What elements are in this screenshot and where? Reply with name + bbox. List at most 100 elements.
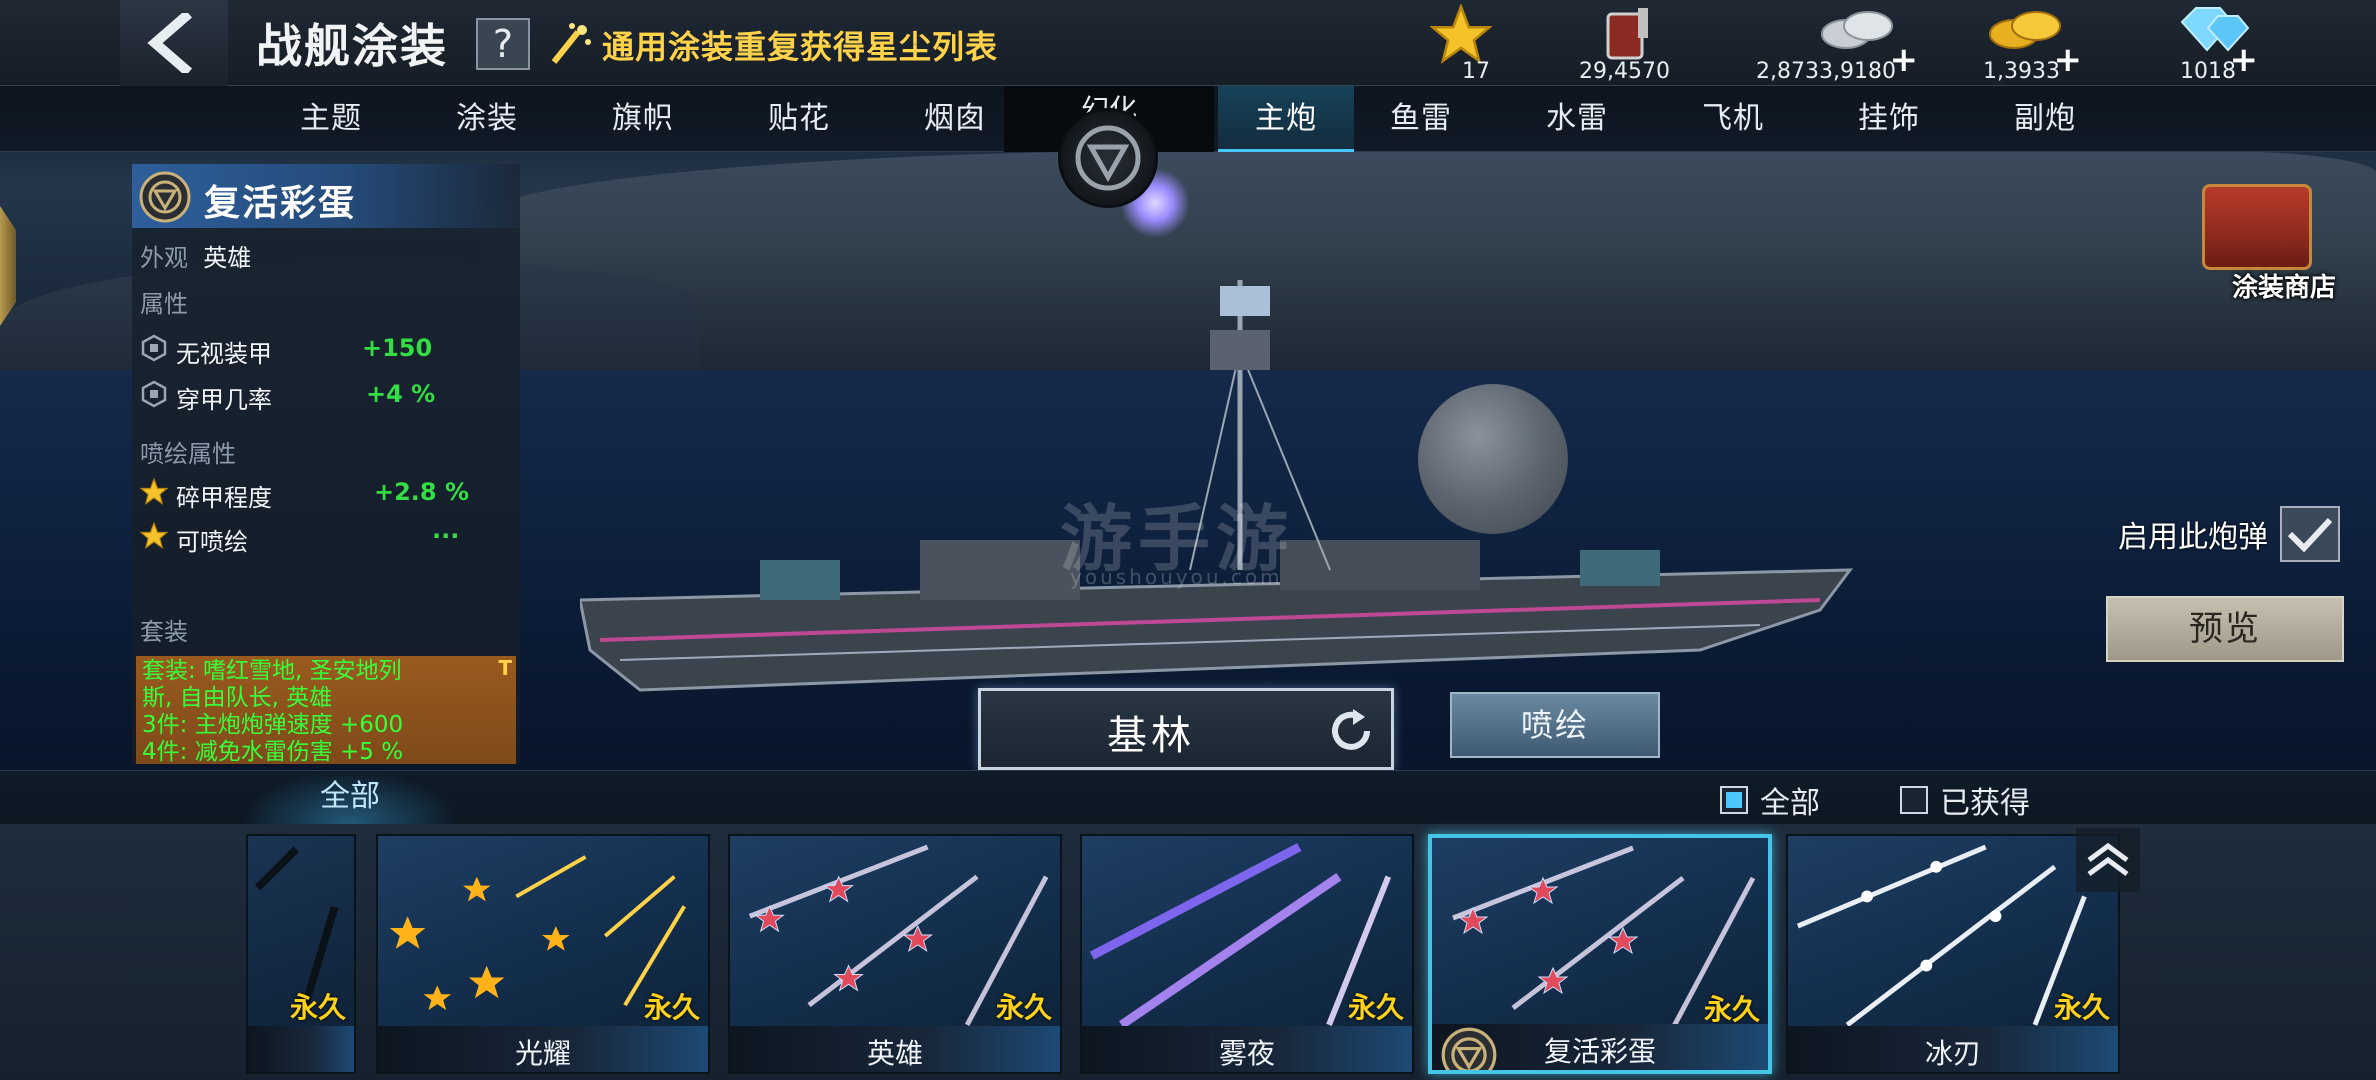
appearance-row: 外观 英雄 bbox=[140, 238, 251, 273]
set-line: 斯, 自由队长, 英雄 bbox=[142, 685, 333, 711]
attr-value: +4 % bbox=[366, 380, 436, 408]
attr-label: 无视装甲 bbox=[176, 340, 272, 368]
attr-label: 穿甲几率 bbox=[176, 386, 272, 414]
resource-star: 17 bbox=[1430, 4, 1492, 84]
star-icon bbox=[1430, 4, 1492, 64]
card-status: 永久 bbox=[995, 991, 1052, 1024]
checkbox-fill bbox=[1726, 792, 1742, 808]
card-name: 英雄 bbox=[866, 1037, 923, 1070]
skin-shop-button[interactable]: 涂装商店 bbox=[2186, 184, 2336, 304]
gold-star-icon bbox=[140, 522, 168, 550]
triangle-emblem-icon bbox=[1075, 125, 1141, 191]
resource-silver[interactable]: 2,8733,9180 + bbox=[1748, 4, 1918, 84]
appearance-value: 英雄 bbox=[203, 244, 252, 272]
ship-name: 基林 bbox=[1107, 713, 1195, 759]
stardust-list-link[interactable]: 通用涂装重复获得星尘列表 bbox=[548, 22, 998, 68]
ship-name-plate[interactable]: 基林 bbox=[978, 688, 1394, 770]
skin-card[interactable]: 永久 雾夜 bbox=[1080, 834, 1414, 1074]
preview-button[interactable]: 预览 bbox=[2106, 596, 2344, 662]
tab-ornament[interactable]: 挂饰 bbox=[1814, 86, 1964, 152]
add-gold-button[interactable]: + bbox=[2054, 40, 2083, 80]
set-line: 4件: 减免水雷伤害 +5 % bbox=[142, 739, 404, 764]
cliffs-background bbox=[480, 150, 2376, 380]
resource-diamond[interactable]: 1018 + bbox=[2176, 4, 2258, 84]
skin-card-selected[interactable]: 永久 复活彩蛋 bbox=[1428, 834, 1772, 1074]
skin-card[interactable]: 永久 冰刃 bbox=[1786, 834, 2120, 1074]
tab-mine[interactable]: 水雷 bbox=[1502, 86, 1652, 152]
resource-value: 1018 bbox=[2180, 59, 2236, 84]
treasure-chest-icon bbox=[2202, 184, 2312, 270]
set-marker: T bbox=[498, 656, 512, 680]
card-name: 雾夜 bbox=[1218, 1037, 1275, 1070]
resource-gold[interactable]: 1,3933 + bbox=[1980, 4, 2082, 84]
filter-owned-checkbox[interactable] bbox=[1900, 786, 1928, 814]
skin-card[interactable]: 永久 光耀 bbox=[376, 834, 710, 1074]
filter-all-label: 全部 bbox=[1760, 786, 1820, 821]
filter-all-checkbox[interactable] bbox=[1720, 786, 1748, 814]
spray-attributes-header: 喷绘属性 bbox=[140, 440, 236, 468]
stardust-link-label: 通用涂装重复获得星尘列表 bbox=[602, 28, 999, 66]
add-silver-button[interactable]: + bbox=[1890, 40, 1919, 80]
tab-main-gun[interactable]: 主炮 bbox=[1218, 86, 1354, 152]
skin-shop-label: 涂装商店 bbox=[2231, 273, 2336, 303]
triangle-emblem-icon bbox=[1441, 1027, 1497, 1070]
spray-attr-value: ... bbox=[432, 516, 460, 544]
card-name: 冰刃 bbox=[1924, 1037, 1981, 1070]
checkmark-icon bbox=[2287, 517, 2333, 553]
collapse-list-button[interactable] bbox=[2076, 828, 2140, 892]
cannonball-sphere bbox=[1418, 384, 1568, 534]
card-status: 永久 bbox=[1347, 991, 1404, 1024]
attr-value: +150 bbox=[362, 334, 433, 362]
skin-card[interactable]: 永久 bbox=[246, 834, 356, 1074]
resource-value: 2,8733,9180 bbox=[1756, 59, 1896, 84]
filter-all-option[interactable]: 全部 bbox=[1720, 778, 1820, 822]
spray-button[interactable]: 喷绘 bbox=[1450, 692, 1660, 758]
silver-coins-icon bbox=[1821, 11, 1893, 49]
back-button[interactable] bbox=[120, 0, 228, 86]
spray-attr-value: +2.8 % bbox=[374, 478, 470, 506]
filter-owned-label: 已获得 bbox=[1940, 786, 2030, 821]
top-bar: 战舰涂装 ? 通用涂装重复获得星尘列表 17 29,4570 2,8733,91… bbox=[0, 0, 2376, 86]
tab-secondary-gun[interactable]: 副炮 bbox=[1970, 86, 2120, 152]
gold-star-icon bbox=[140, 478, 168, 506]
set-description: 套装: 嗜红雪地, 圣安地列 斯, 自由队长, 英雄 3件: 主炮炮弹速度 +6… bbox=[136, 656, 516, 764]
skin-card[interactable]: 永久 英雄 bbox=[728, 834, 1062, 1074]
triangle-emblem-icon bbox=[139, 171, 191, 223]
enable-shell-toggle[interactable]: 启用此炮弹 bbox=[2118, 506, 2340, 562]
skin-card-list: 永久 永久 光耀 永久 英雄 永久 雾夜 永久 复活彩蛋 永久 冰刃 bbox=[0, 824, 2376, 1080]
tab-torpedo[interactable]: 鱼雷 bbox=[1346, 86, 1496, 152]
spray-attr-label: 碎甲程度 bbox=[176, 484, 272, 512]
tab-paint[interactable]: 涂装 bbox=[412, 86, 562, 152]
resource-value: 1,3933 bbox=[1983, 59, 2060, 84]
page-title: 战舰涂装 bbox=[256, 19, 448, 73]
tab-flag[interactable]: 旗帜 bbox=[568, 86, 718, 152]
card-name: 光耀 bbox=[514, 1037, 571, 1070]
card-name-bar bbox=[248, 1026, 354, 1072]
set-line: 3件: 主炮炮弹速度 +600 bbox=[142, 712, 404, 738]
tab-theme[interactable]: 主题 bbox=[256, 86, 406, 152]
enable-shell-checkbox[interactable] bbox=[2280, 506, 2340, 562]
tab-all-skins[interactable]: 全部 bbox=[240, 770, 460, 824]
transform-emblem[interactable] bbox=[1058, 108, 1158, 208]
help-button[interactable]: ? bbox=[476, 18, 530, 70]
card-name-bar: 雾夜 bbox=[1082, 1026, 1412, 1072]
armor-icon bbox=[141, 380, 167, 408]
double-chevron-up-icon bbox=[2087, 842, 2129, 877]
armor-icon bbox=[141, 334, 167, 362]
refresh-icon[interactable] bbox=[1323, 703, 1379, 759]
add-diamond-button[interactable]: + bbox=[2230, 40, 2259, 80]
spray-attr-label: 可喷绘 bbox=[176, 528, 248, 556]
card-status: 永久 bbox=[643, 991, 700, 1024]
set-line: 套装: 嗜红雪地, 圣安地列 bbox=[142, 658, 402, 684]
tab-decal[interactable]: 贴花 bbox=[724, 86, 874, 152]
resource-value: 29,4570 bbox=[1579, 59, 1670, 84]
enable-shell-label: 启用此炮弹 bbox=[2118, 520, 2268, 555]
card-status: 永久 bbox=[289, 991, 346, 1024]
back-arrow-icon bbox=[147, 13, 193, 73]
tab-aircraft[interactable]: 飞机 bbox=[1658, 86, 1808, 152]
resource-value: 17 bbox=[1462, 59, 1490, 84]
skin-info-header: 复活彩蛋 bbox=[132, 164, 520, 228]
watermark-url: youshouyou.com bbox=[1070, 565, 1283, 589]
filter-owned-option[interactable]: 已获得 bbox=[1900, 778, 2030, 822]
paint-bucket-icon bbox=[1606, 8, 1648, 60]
